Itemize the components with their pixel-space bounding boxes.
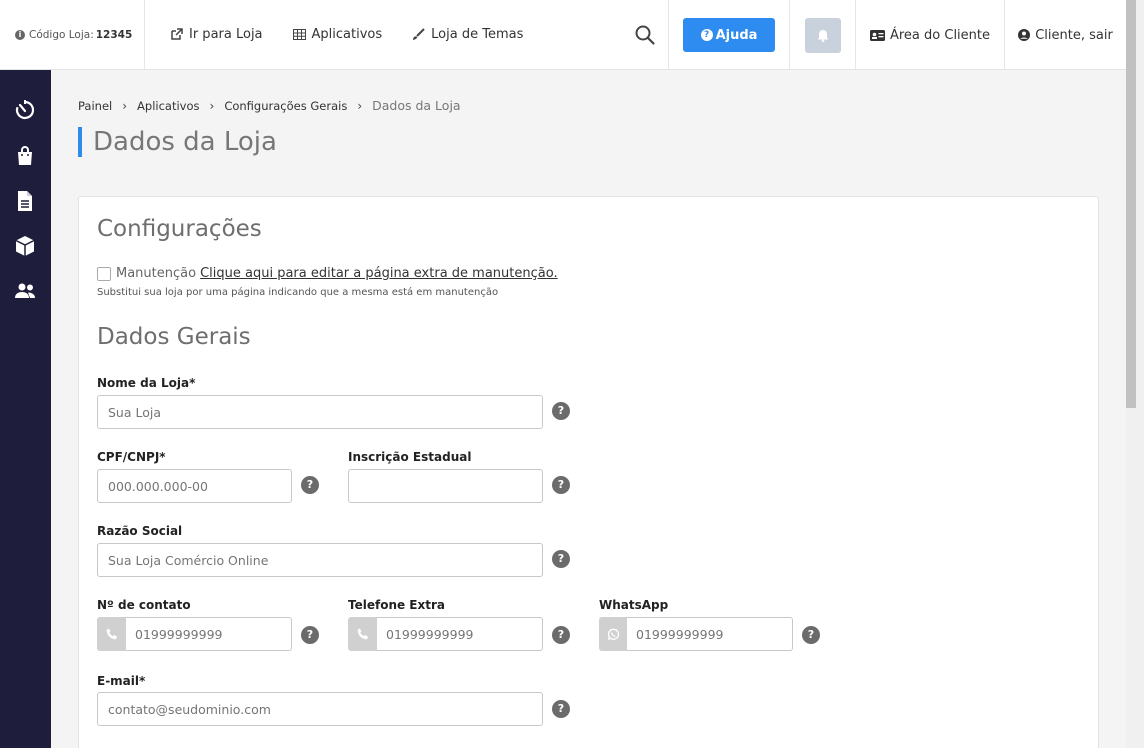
go-to-store-link[interactable]: Ir para Loja bbox=[170, 27, 263, 42]
cpf-cnpj-label: CPF/CNPJ* bbox=[97, 450, 166, 464]
scrollbar-thumb[interactable] bbox=[1126, 0, 1136, 408]
breadcrumb: Painel › Aplicativos › Configurações Ger… bbox=[78, 98, 461, 113]
help-circle-icon[interactable]: ? bbox=[552, 700, 570, 718]
breadcrumb-apps[interactable]: Aplicativos bbox=[137, 99, 199, 113]
user-circle-icon bbox=[1018, 29, 1031, 41]
extra-phone-group bbox=[348, 617, 543, 651]
email-label: E-mail* bbox=[97, 674, 146, 688]
external-link-icon bbox=[171, 28, 183, 40]
help-circle-icon[interactable]: ? bbox=[552, 626, 570, 644]
paintbrush-icon bbox=[413, 28, 425, 40]
breadcrumb-dashboard[interactable]: Painel bbox=[78, 99, 112, 113]
maintenance-label: Manutenção bbox=[116, 266, 197, 281]
breadcrumb-current: Dados da Loja bbox=[372, 98, 461, 113]
users-icon[interactable] bbox=[14, 280, 36, 302]
breadcrumb-general-settings[interactable]: Configurações Gerais bbox=[224, 99, 347, 113]
whatsapp-group bbox=[599, 617, 793, 651]
chevron-right-icon: › bbox=[209, 98, 215, 113]
info-icon: i bbox=[15, 29, 25, 40]
theme-store-label: Loja de Temas bbox=[431, 27, 524, 42]
company-name-input[interactable] bbox=[97, 543, 543, 577]
help-circle-icon[interactable]: ? bbox=[552, 402, 570, 420]
help-cell: ? Ajuda bbox=[668, 0, 790, 70]
contact-number-input[interactable] bbox=[126, 617, 292, 651]
help-circle-icon[interactable]: ? bbox=[552, 476, 570, 494]
search-icon[interactable] bbox=[634, 24, 656, 46]
help-label: Ajuda bbox=[715, 27, 758, 43]
phone-icon bbox=[97, 617, 126, 651]
notifications-cell bbox=[790, 0, 856, 70]
id-card-icon bbox=[869, 29, 885, 41]
maintenance-row: Manutenção Clique aqui para editar a pág… bbox=[97, 266, 558, 281]
cpf-cnpj-input[interactable] bbox=[97, 469, 292, 503]
logout-label: Cliente, sair bbox=[1035, 27, 1113, 43]
state-registration-label: Inscrição Estadual bbox=[348, 450, 472, 464]
go-to-store-label: Ir para Loja bbox=[189, 27, 263, 42]
notifications-button[interactable] bbox=[804, 17, 841, 53]
company-name-label: Razão Social bbox=[97, 524, 183, 538]
dashboard-timer-icon[interactable] bbox=[14, 99, 36, 121]
top-nav: Ir para Loja Aplicativos Loja de Temas bbox=[145, 0, 669, 70]
chevron-right-icon: › bbox=[122, 98, 128, 113]
store-name-label: Nome da Loja* bbox=[97, 376, 196, 390]
box-icon[interactable] bbox=[14, 235, 36, 257]
contact-number-group bbox=[97, 617, 292, 651]
question-circle-icon: ? bbox=[700, 29, 713, 41]
shopping-bag-icon[interactable] bbox=[14, 145, 36, 167]
help-circle-icon[interactable]: ? bbox=[301, 626, 319, 644]
store-name-input[interactable] bbox=[97, 395, 543, 429]
grid-icon bbox=[292, 29, 306, 40]
chevron-right-icon: › bbox=[357, 98, 363, 113]
extra-phone-input[interactable] bbox=[377, 617, 543, 651]
contact-number-label: Nº de contato bbox=[97, 598, 191, 612]
whatsapp-input[interactable] bbox=[627, 617, 793, 651]
logout-link[interactable]: Cliente, sair bbox=[1005, 0, 1126, 70]
help-circle-icon[interactable]: ? bbox=[301, 476, 319, 494]
maintenance-hint: Substitui sua loja por uma página indica… bbox=[97, 287, 499, 298]
whatsapp-label: WhatsApp bbox=[599, 598, 669, 612]
theme-store-link[interactable]: Loja de Temas bbox=[412, 27, 523, 42]
store-code-value: 12345 bbox=[95, 28, 133, 41]
apps-link[interactable]: Aplicativos bbox=[292, 27, 383, 42]
whatsapp-icon bbox=[599, 617, 627, 651]
phone-icon bbox=[348, 617, 377, 651]
maintenance-page-link[interactable]: Clique aqui para editar a página extra d… bbox=[200, 266, 558, 281]
sidebar bbox=[0, 70, 51, 748]
email-input[interactable] bbox=[97, 692, 543, 726]
page-title: Dados da Loja bbox=[78, 127, 277, 157]
bell-icon bbox=[817, 29, 828, 42]
maintenance-checkbox[interactable] bbox=[97, 266, 111, 281]
store-code: i Código Loja: 12345 bbox=[0, 0, 145, 70]
config-heading: Configurações bbox=[97, 216, 262, 242]
extra-phone-label: Telefone Extra bbox=[348, 598, 445, 612]
help-button[interactable]: ? Ajuda bbox=[683, 18, 775, 52]
document-icon[interactable] bbox=[14, 190, 36, 212]
client-area-label: Área do Cliente bbox=[889, 27, 991, 43]
client-area-link[interactable]: Área do Cliente bbox=[856, 0, 1005, 70]
help-circle-icon[interactable]: ? bbox=[802, 626, 820, 644]
help-circle-icon[interactable]: ? bbox=[552, 550, 570, 568]
state-registration-input[interactable] bbox=[348, 469, 543, 503]
general-data-heading: Dados Gerais bbox=[97, 324, 251, 350]
apps-label: Aplicativos bbox=[311, 27, 383, 42]
store-code-label: Código Loja: bbox=[29, 28, 94, 41]
